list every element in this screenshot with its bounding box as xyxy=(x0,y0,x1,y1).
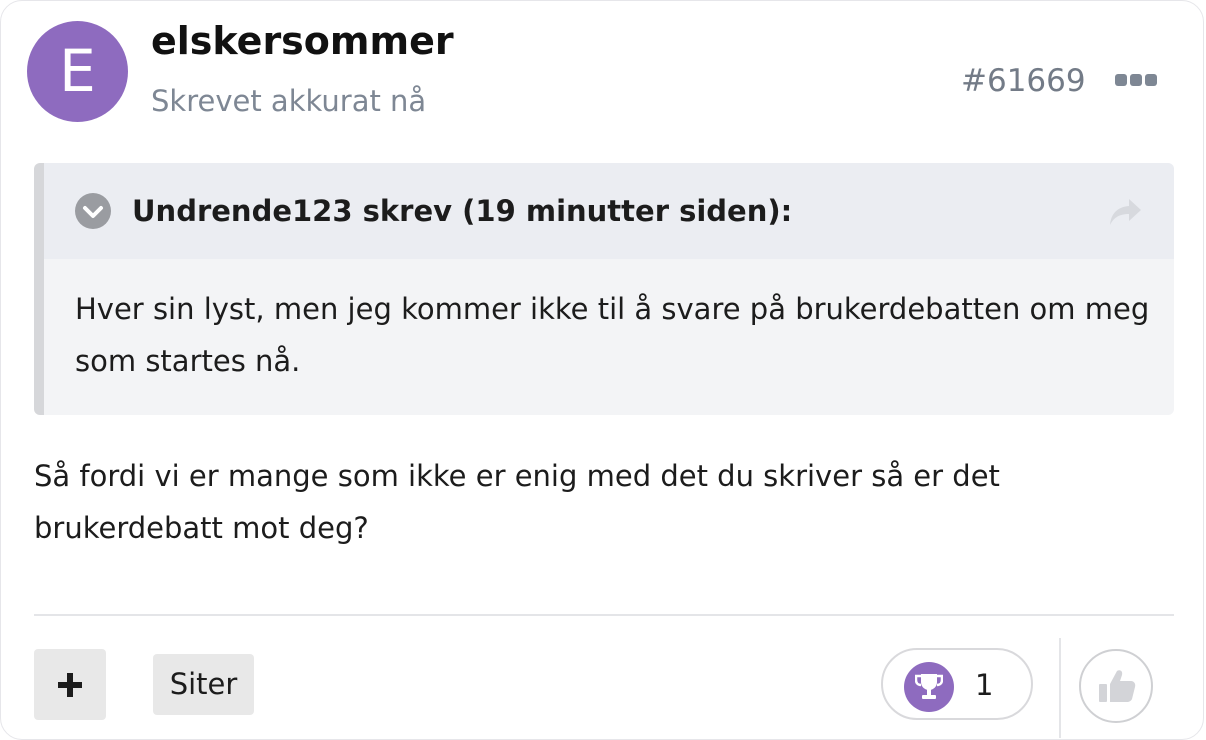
thumbs-up-icon xyxy=(1099,670,1136,702)
more-horizontal-icon[interactable] xyxy=(1114,71,1158,89)
quote-text: Hver sin lyst, men jeg kommer ikke til å… xyxy=(75,292,1150,378)
divider xyxy=(34,614,1174,616)
trophy-icon xyxy=(904,662,954,712)
vertical-divider xyxy=(1059,638,1061,738)
post-timestamp: Skrevet akkurat nå xyxy=(151,84,427,118)
reaction-count: 1 xyxy=(975,668,994,702)
chevron-down-circle-icon[interactable] xyxy=(75,193,111,229)
post-card: E elskersommer Skrevet akkurat nå #61669… xyxy=(0,0,1204,740)
share-arrow-icon[interactable] xyxy=(1107,197,1143,229)
post-number-link[interactable]: #61669 xyxy=(961,59,1086,103)
plus-button[interactable] xyxy=(34,649,106,720)
reaction-button[interactable]: 1 xyxy=(881,648,1033,720)
quote-author: Undrende123 skrev (19 minutter siden): xyxy=(132,194,793,228)
username[interactable]: elskersommer xyxy=(151,15,454,67)
quote-button[interactable]: Siter xyxy=(153,654,254,715)
quote-header: Undrende123 skrev (19 minutter siden): xyxy=(44,163,1174,259)
post-body-text: Så fordi vi er mange som ikke er enig me… xyxy=(34,459,1000,545)
quote-block: Undrende123 skrev (19 minutter siden): H… xyxy=(34,163,1174,415)
plus-icon xyxy=(58,673,82,697)
avatar[interactable]: E xyxy=(27,21,128,122)
like-button[interactable] xyxy=(1079,649,1153,723)
